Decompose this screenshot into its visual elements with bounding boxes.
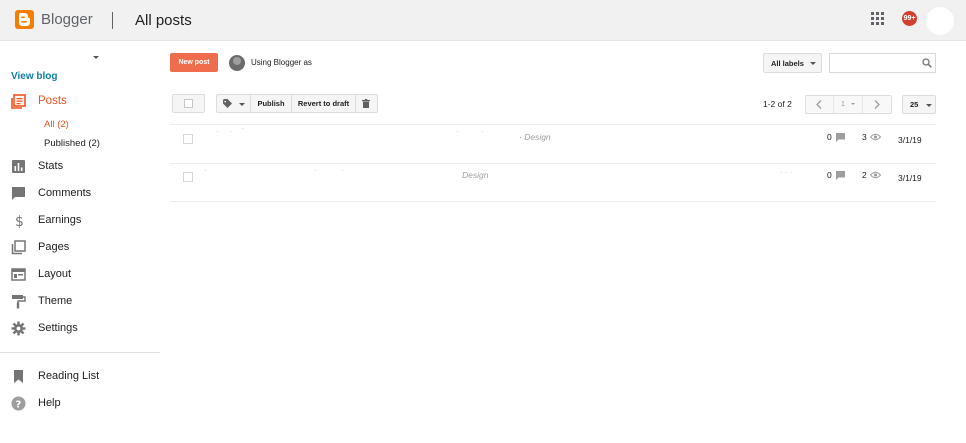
- search-input[interactable]: [829, 53, 936, 73]
- post-title-redacted: · · ¨: [216, 127, 244, 136]
- view-count: 3: [862, 132, 867, 142]
- current-page: 1: [841, 101, 845, 108]
- post-label[interactable]: · Design: [519, 132, 551, 142]
- sidebar-item-label: Settings: [38, 322, 78, 334]
- post-snippet-redacted: · ·: [314, 166, 344, 175]
- bookmark-icon: [14, 370, 23, 383]
- brand-name[interactable]: Blogger: [41, 11, 93, 28]
- svg-text:$: $: [15, 214, 24, 228]
- post-label-text: Design: [462, 170, 489, 180]
- per-page-value: 25: [910, 100, 919, 109]
- label-button[interactable]: [217, 95, 251, 112]
- sidebar-item-label: Stats: [38, 160, 64, 172]
- layout-icon: [11, 268, 26, 281]
- revert-to-draft-button[interactable]: Revert to draft: [292, 95, 356, 112]
- top-header: Blogger All posts 99+: [0, 0, 966, 41]
- chevron-down-icon: [851, 103, 855, 105]
- delete-button[interactable]: [356, 95, 377, 112]
- sidebar-item-label: Pages: [38, 241, 70, 253]
- posts-icon: [11, 94, 26, 109]
- comment-icon: [12, 187, 25, 200]
- chevron-down-icon: [810, 62, 816, 65]
- sidebar-item-label: Reading List: [38, 370, 100, 382]
- blog-selector-dropdown[interactable]: [11, 53, 101, 65]
- post-meta-redacted: · · ·: [780, 168, 793, 177]
- select-all-checkbox[interactable]: [172, 94, 205, 113]
- apps-grid-icon[interactable]: [871, 12, 884, 25]
- posts-per-page-dropdown[interactable]: 25: [902, 95, 936, 114]
- post-label[interactable]: Design: [462, 170, 488, 180]
- eye-icon: [870, 133, 881, 141]
- next-page-button[interactable]: [863, 96, 891, 113]
- all-labels-dropdown[interactable]: All labels: [763, 53, 822, 73]
- post-date: 3/1/19: [898, 135, 922, 145]
- chevron-down-icon: [926, 104, 932, 107]
- page-title: All posts: [135, 12, 192, 29]
- page-range-text: 1-2 of 2: [763, 99, 792, 109]
- sidebar-subitem-all[interactable]: All (2): [44, 119, 69, 130]
- publish-button[interactable]: Publish: [251, 95, 292, 112]
- sidebar-item-label: Theme: [38, 295, 73, 307]
- notifications-badge[interactable]: 99+: [902, 11, 917, 26]
- sidebar-divider: [0, 352, 160, 353]
- header-divider: [112, 12, 113, 29]
- dollar-icon: $: [15, 214, 24, 228]
- sidebar-subitem-published[interactable]: Published (2): [44, 138, 100, 149]
- chevron-down-icon: [239, 103, 245, 106]
- page-select[interactable]: 1: [834, 96, 863, 113]
- view-blog-link[interactable]: View blog: [11, 71, 58, 82]
- search-icon[interactable]: [922, 58, 932, 68]
- bar-chart-icon: [12, 160, 25, 173]
- tag-icon: [223, 99, 232, 108]
- prev-page-button[interactable]: [806, 96, 834, 113]
- comment-icon: [836, 133, 845, 142]
- sidebar-item-label: Layout: [38, 268, 72, 280]
- user-avatar: [229, 55, 245, 71]
- eye-icon: [870, 171, 881, 179]
- post-label-text: Design: [524, 132, 551, 142]
- table-row[interactable]: · · · Design · · · 0 2 3/1/19: [170, 164, 936, 201]
- comment-icon: [836, 171, 845, 180]
- row-checkbox[interactable]: [183, 134, 193, 144]
- new-post-button[interactable]: New post: [170, 53, 218, 72]
- chevron-down-icon: [93, 56, 99, 59]
- chevron-right-icon: [874, 100, 880, 109]
- post-title-redacted: ·: [204, 166, 207, 175]
- comment-count: 0: [827, 170, 832, 180]
- blogger-logo-icon[interactable]: [15, 10, 34, 29]
- trash-icon: [362, 99, 370, 108]
- paint-roller-icon: [12, 295, 26, 309]
- table-row[interactable]: · · ¨ · · · Design 0 3 3/1/19: [170, 125, 936, 162]
- post-snippet-redacted: · ·: [456, 127, 484, 136]
- help-icon: ?: [11, 396, 26, 411]
- sidebar-item-label: Earnings: [38, 214, 82, 226]
- post-actions-group: Publish Revert to draft: [216, 94, 378, 113]
- all-labels-label: All labels: [771, 59, 804, 68]
- row-checkbox[interactable]: [183, 172, 193, 182]
- svg-text:?: ?: [16, 400, 22, 411]
- comment-count: 0: [827, 132, 832, 142]
- post-date: 3/1/19: [898, 173, 922, 183]
- checkbox-box: [184, 99, 193, 108]
- chevron-left-icon: [816, 100, 822, 109]
- using-blogger-as-text: Using Blogger as: [251, 58, 312, 67]
- sidebar-item-label: Posts: [38, 95, 67, 107]
- gear-icon: [11, 321, 26, 336]
- pages-icon: [11, 240, 26, 255]
- sidebar-item-label: Comments: [38, 187, 92, 199]
- account-avatar[interactable]: [926, 7, 954, 35]
- row-divider: [170, 201, 936, 202]
- view-count: 2: [862, 170, 867, 180]
- sidebar-item-label: Help: [38, 397, 61, 409]
- pagination-control: 1: [805, 95, 892, 114]
